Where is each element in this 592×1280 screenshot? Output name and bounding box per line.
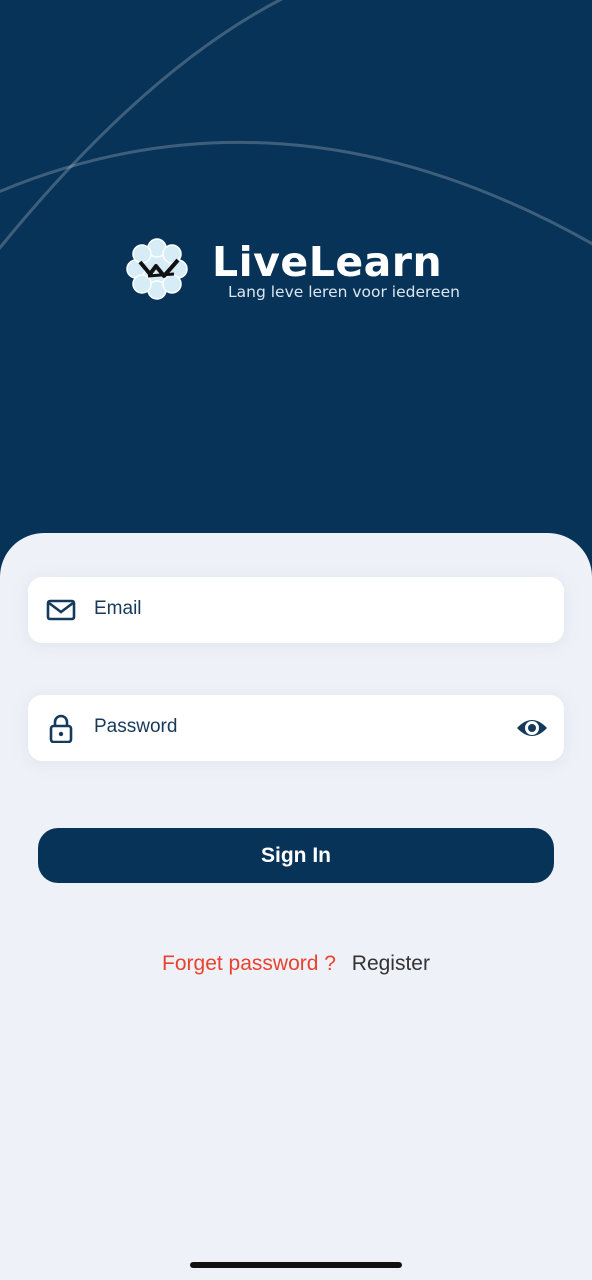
brand-name: LiveLearn [212, 238, 443, 286]
sign-in-button[interactable]: Sign In [38, 828, 554, 883]
brain-logo-icon [126, 238, 188, 300]
mail-icon [46, 599, 76, 621]
password-placeholder: Password [94, 716, 178, 737]
eye-icon[interactable] [516, 713, 548, 743]
forgot-password-link[interactable]: Forget password ? [162, 952, 336, 975]
register-link[interactable]: Register [352, 952, 430, 975]
header-banner: LiveLearn Lang leve leren voor iedereen [0, 0, 592, 560]
email-placeholder: Email [94, 598, 142, 619]
login-panel [0, 533, 592, 1280]
app-logo: LiveLearn Lang leve leren voor iedereen [126, 236, 466, 306]
lock-icon [49, 714, 73, 743]
email-field[interactable]: Email [28, 577, 564, 643]
auth-links: Forget password ? Register [0, 951, 592, 977]
home-indicator[interactable] [190, 1262, 402, 1268]
password-field[interactable]: Password [28, 695, 564, 761]
brand-tagline: Lang leve leren voor iedereen [228, 283, 460, 301]
